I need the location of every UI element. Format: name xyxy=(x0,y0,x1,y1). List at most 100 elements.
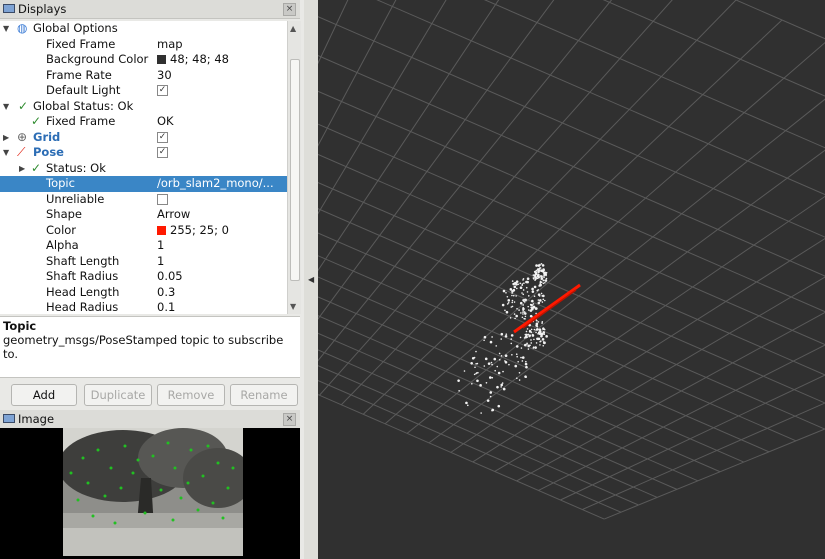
image-titlebar: Image × xyxy=(0,410,300,429)
tree-row-global-options[interactable]: ▼ ◍ Global Options xyxy=(0,21,287,37)
cloud-point xyxy=(532,274,535,276)
collapse-left-icon[interactable]: ◀ xyxy=(308,275,314,284)
scroll-up-icon[interactable]: ▲ xyxy=(290,24,296,33)
cloud-point xyxy=(498,352,501,355)
tree-row-head-radius[interactable]: Head Radius 0.1 xyxy=(0,300,287,314)
checkbox[interactable]: ✓ xyxy=(157,147,168,158)
cloud-point xyxy=(490,361,493,364)
cloud-point xyxy=(537,332,539,335)
expand-arrow-icon[interactable]: ▼ xyxy=(3,99,9,115)
tree-row-frame-rate[interactable]: Frame Rate 30 xyxy=(0,68,287,84)
tree-value[interactable]: 255; 25; 0 xyxy=(157,223,229,239)
add-button[interactable]: Add xyxy=(11,384,77,406)
tree-row-fixed-frame-status[interactable]: ✓ Fixed Frame OK xyxy=(0,114,287,130)
cloud-point xyxy=(486,399,490,402)
cloud-point xyxy=(515,345,519,348)
cloud-point xyxy=(491,376,494,379)
displays-title: Displays xyxy=(18,2,67,16)
tree-row-pose[interactable]: ▼ ⟋ Pose ✓ xyxy=(0,145,287,161)
tree-row-global-status[interactable]: ▼ ✓ Global Status: Ok xyxy=(0,99,287,115)
tree-value[interactable]: map xyxy=(157,37,183,53)
cloud-point xyxy=(542,298,545,301)
checkbox[interactable]: ✓ xyxy=(157,85,168,96)
cloud-point xyxy=(498,358,501,361)
tree-row-alpha[interactable]: Alpha 1 xyxy=(0,238,287,254)
cloud-point xyxy=(535,322,539,326)
cloud-point xyxy=(502,370,504,373)
grid-line xyxy=(318,394,605,520)
expand-arrow-icon[interactable]: ▼ xyxy=(3,145,9,161)
cloud-point xyxy=(525,280,528,284)
cloud-point xyxy=(525,286,528,289)
displays-titlebar: Displays × xyxy=(0,0,300,19)
cloud-point xyxy=(540,275,543,278)
cloud-point xyxy=(522,311,524,314)
tree-row-default-light[interactable]: Default Light ✓ xyxy=(0,83,287,99)
cloud-point xyxy=(533,338,535,341)
cloud-point xyxy=(473,373,476,376)
cloud-point xyxy=(510,334,514,337)
tree-row-head-length[interactable]: Head Length 0.3 xyxy=(0,285,287,301)
expand-arrow-icon[interactable]: ▼ xyxy=(3,21,9,37)
scrollbar-thumb[interactable] xyxy=(290,59,300,281)
cloud-point xyxy=(530,331,533,334)
grid-line xyxy=(318,55,825,277)
cloud-point xyxy=(476,362,479,365)
cloud-point xyxy=(475,372,477,375)
tree-row-status[interactable]: ▶ ✓ Status: Ok xyxy=(0,161,287,177)
tree-row-background-color[interactable]: Background Color 48; 48; 48 xyxy=(0,52,287,68)
remove-button[interactable]: Remove xyxy=(157,384,225,406)
cloud-point xyxy=(527,309,530,311)
cloud-point xyxy=(493,357,497,361)
cloud-point xyxy=(520,356,522,359)
cloud-point xyxy=(537,289,539,291)
tree-value[interactable]: 1 xyxy=(157,254,164,270)
duplicate-button[interactable]: Duplicate xyxy=(84,384,152,406)
check-icon: ✓ xyxy=(18,98,29,113)
image-title: Image xyxy=(18,412,55,426)
tree-row-shaft-radius[interactable]: Shaft Radius 0.05 xyxy=(0,269,287,285)
cloud-point xyxy=(524,335,528,339)
cloud-point xyxy=(526,328,529,330)
tree-value[interactable]: 0.1 xyxy=(157,300,175,314)
cloud-point xyxy=(521,292,523,294)
dock-collapse-handle[interactable]: ◀ xyxy=(304,0,318,559)
tree-row-unreliable[interactable]: Unreliable xyxy=(0,192,287,208)
rename-button[interactable]: Rename xyxy=(230,384,298,406)
3d-viewport[interactable] xyxy=(318,0,825,559)
tree-row-shaft-length[interactable]: Shaft Length 1 xyxy=(0,254,287,270)
check-icon: ✓ xyxy=(31,114,42,128)
collapsed-arrow-icon[interactable]: ▶ xyxy=(19,161,25,177)
tree-row-topic[interactable]: Topic /orb_slam2_mono/... xyxy=(0,176,287,192)
tree-scrollbar[interactable]: ▲ ▼ xyxy=(287,21,301,314)
tree-value[interactable]: 0.05 xyxy=(157,269,183,285)
tree-value[interactable]: Arrow xyxy=(157,207,190,223)
tree-row-fixed-frame[interactable]: Fixed Frame map xyxy=(0,37,287,53)
tree-label: Shaft Radius xyxy=(46,269,119,283)
tree-value[interactable]: /orb_slam2_mono/... xyxy=(157,176,274,192)
tree-row-shape[interactable]: Shape Arrow xyxy=(0,207,287,223)
tree-value[interactable]: 30 xyxy=(157,68,172,84)
cloud-point xyxy=(463,370,466,372)
cloud-point xyxy=(537,269,541,272)
checkbox[interactable] xyxy=(157,193,168,205)
checkbox[interactable]: ✓ xyxy=(157,131,168,143)
close-icon[interactable]: × xyxy=(283,3,296,16)
tree-value[interactable]: 0.3 xyxy=(157,285,175,301)
cloud-point xyxy=(533,328,536,331)
cloud-point xyxy=(525,365,528,369)
tree-value[interactable]: 48; 48; 48 xyxy=(157,52,229,68)
cloud-point xyxy=(518,309,520,311)
scroll-down-icon[interactable]: ▼ xyxy=(290,302,296,311)
close-icon[interactable]: × xyxy=(283,413,296,426)
collapsed-arrow-icon[interactable]: ▶ xyxy=(3,130,9,146)
cloud-point xyxy=(545,277,548,280)
grid-line xyxy=(734,0,825,40)
cloud-point xyxy=(510,342,513,345)
camera-scene xyxy=(63,428,243,556)
cloud-point xyxy=(494,369,496,372)
tree-value[interactable]: 1 xyxy=(157,238,164,254)
tree-row-color[interactable]: Color 255; 25; 0 xyxy=(0,223,287,239)
monitor-icon xyxy=(3,4,15,13)
tree-row-grid[interactable]: ▶ ⊕ Grid ✓ xyxy=(0,130,287,146)
